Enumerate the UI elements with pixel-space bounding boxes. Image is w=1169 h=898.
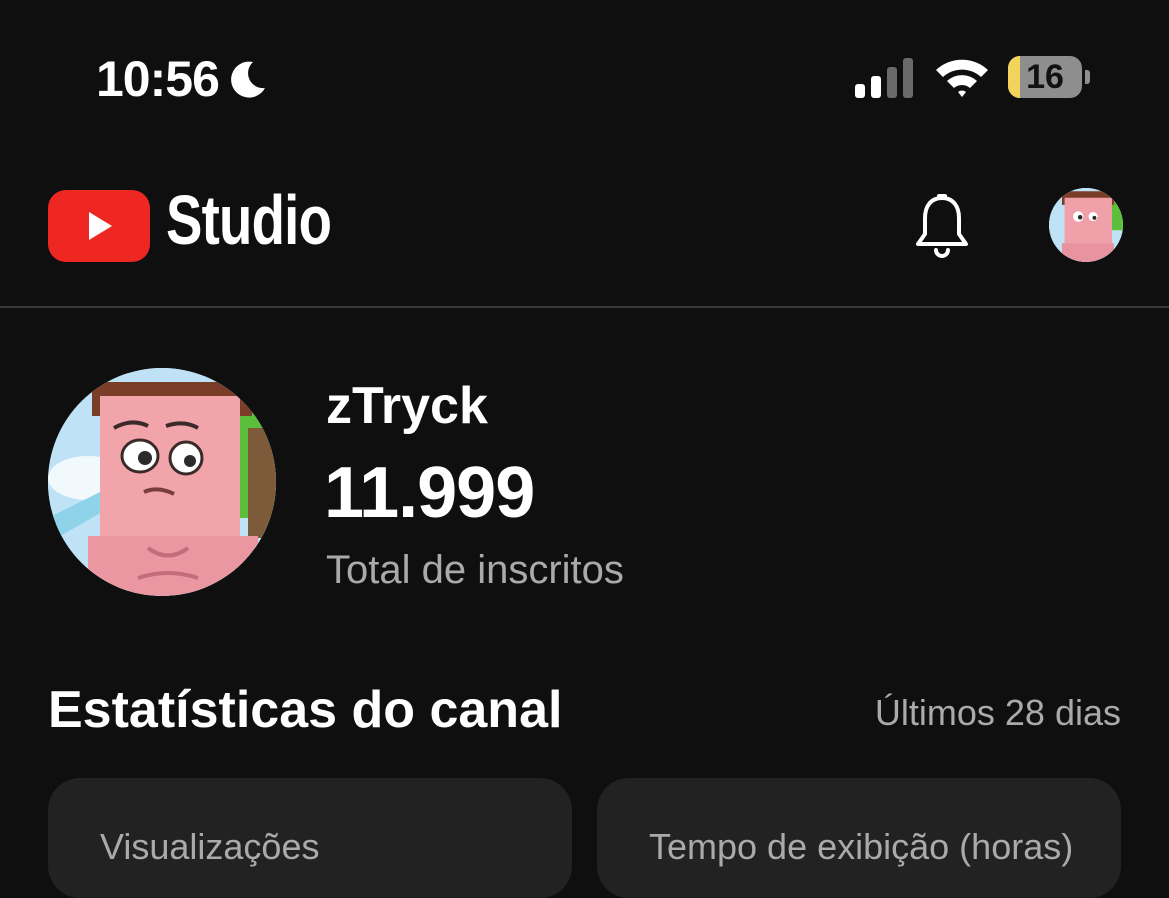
- app-title[interactable]: Studio: [166, 180, 332, 260]
- subscriber-label: Total de inscritos: [326, 548, 624, 592]
- battery-percent: 16: [1026, 58, 1064, 96]
- stat-card-watch-time[interactable]: Tempo de exibição (horas): [597, 778, 1121, 898]
- youtube-play-icon[interactable]: [48, 190, 150, 262]
- clock-text: 10:56: [96, 51, 220, 107]
- stats-period-selector[interactable]: Últimos 28 dias: [875, 692, 1121, 734]
- wifi-icon: [936, 59, 988, 97]
- bell-icon[interactable]: [912, 192, 972, 260]
- stat-card-label: Tempo de exibição (horas): [649, 826, 1074, 867]
- channel-avatar-image: [48, 368, 276, 596]
- stat-card-views[interactable]: Visualizações: [48, 778, 572, 898]
- cellular-signal-icon: [855, 58, 913, 98]
- status-bar: 10:56 16: [0, 0, 1169, 150]
- subscriber-count: 11.999: [324, 453, 535, 533]
- avatar[interactable]: [1049, 188, 1123, 262]
- channel-avatar[interactable]: [48, 368, 276, 596]
- moon-icon: [230, 61, 265, 98]
- stat-card-label: Visualizações: [100, 826, 320, 867]
- battery-cap: [1085, 70, 1090, 84]
- stats-title: Estatísticas do canal: [48, 681, 563, 739]
- channel-name: zTryck: [326, 377, 488, 435]
- battery-icon: 16: [1008, 56, 1092, 100]
- app-header: Studio: [0, 150, 1169, 308]
- battery-body: 16: [1008, 56, 1082, 98]
- status-time: 10:56: [96, 50, 269, 108]
- avatar-image: [1049, 188, 1123, 262]
